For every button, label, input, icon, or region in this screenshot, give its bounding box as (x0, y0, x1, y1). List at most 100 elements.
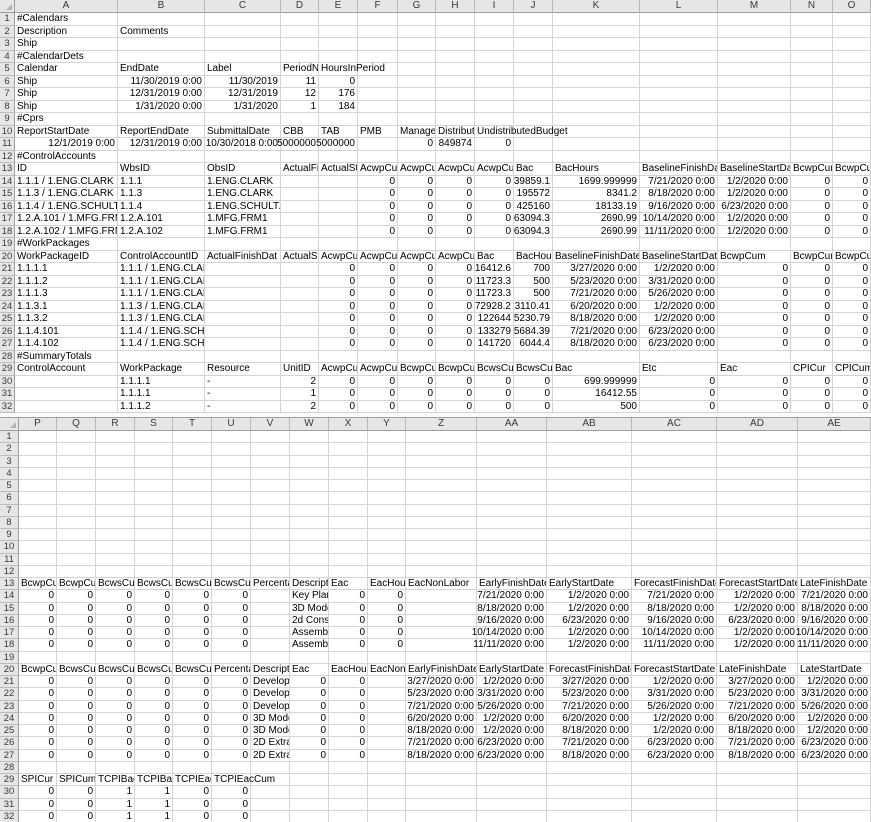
cell-T22[interactable]: 0 (173, 688, 212, 700)
cell-G26[interactable]: 0 (398, 326, 436, 339)
row-header-22[interactable]: 22 (0, 688, 19, 700)
cell-AC28[interactable] (632, 762, 717, 774)
cell-L28[interactable] (640, 351, 718, 364)
cell-O12[interactable] (833, 151, 871, 164)
cell-AA7[interactable] (477, 505, 547, 517)
cell-F30[interactable]: 0 (358, 376, 398, 389)
row-header-4[interactable]: 4 (0, 51, 15, 64)
cell-Q26[interactable]: 0 (57, 737, 96, 749)
cell-J9[interactable] (514, 113, 553, 126)
cell-M7[interactable] (718, 88, 791, 101)
cell-V22[interactable]: Develop (251, 688, 290, 700)
cell-U6[interactable] (212, 492, 251, 504)
column-header-A[interactable]: A (15, 0, 118, 13)
cell-A8[interactable]: Ship (15, 101, 118, 114)
cell-H1[interactable] (436, 13, 475, 26)
cell-R6[interactable] (96, 492, 135, 504)
cell-X29[interactable] (329, 774, 368, 786)
cell-G13[interactable]: AcwpCum (398, 163, 436, 176)
cell-AC21[interactable]: 1/2/2020 0:00 (632, 676, 717, 688)
cell-E3[interactable] (319, 38, 358, 51)
cell-Y18[interactable]: 0 (368, 639, 406, 651)
cell-M27[interactable]: 0 (718, 338, 791, 351)
cell-E12[interactable] (319, 151, 358, 164)
cell-H21[interactable]: 0 (436, 263, 475, 276)
cell-F27[interactable]: 0 (358, 338, 398, 351)
cell-A20[interactable]: WorkPackageID (15, 251, 118, 264)
cell-P14[interactable]: 0 (19, 590, 57, 602)
cell-AD4[interactable] (717, 468, 798, 480)
cell-F11[interactable] (358, 138, 398, 151)
cell-U21[interactable]: 0 (212, 676, 251, 688)
cell-D32[interactable]: 2 (281, 401, 319, 414)
cell-R17[interactable]: 0 (96, 627, 135, 639)
cell-N4[interactable] (791, 51, 833, 64)
cell-N16[interactable]: 0 (791, 201, 833, 214)
cell-AA14[interactable]: 7/21/2020 0:00 (477, 590, 547, 602)
cell-Z26[interactable]: 7/21/2020 0:00 (406, 737, 477, 749)
cell-AA20[interactable]: EarlyStartDate (477, 664, 547, 676)
cell-AE27[interactable]: 6/23/2020 0:00 (798, 750, 871, 762)
cell-N11[interactable] (791, 138, 833, 151)
cell-O9[interactable] (833, 113, 871, 126)
row-header-6[interactable]: 6 (0, 492, 19, 504)
cell-K20[interactable]: BaselineFinishDate (553, 251, 640, 264)
cell-F2[interactable] (358, 26, 398, 39)
cell-AC11[interactable] (632, 554, 717, 566)
cell-M29[interactable]: Eac (718, 363, 791, 376)
cell-Y29[interactable] (368, 774, 406, 786)
cell-Z7[interactable] (406, 505, 477, 517)
cell-L20[interactable]: BaselineStartDate (640, 251, 718, 264)
cell-AE10[interactable] (798, 541, 871, 553)
cell-AD32[interactable] (717, 811, 798, 822)
cell-O3[interactable] (833, 38, 871, 51)
cell-Q3[interactable] (57, 456, 96, 468)
cell-AC19[interactable] (632, 652, 717, 664)
cell-AB16[interactable]: 6/23/2020 0:00 (547, 615, 632, 627)
cell-J13[interactable]: Bac (514, 163, 553, 176)
cell-S11[interactable] (135, 554, 173, 566)
cell-S16[interactable]: 0 (135, 615, 173, 627)
cell-Z28[interactable] (406, 762, 477, 774)
cell-Y9[interactable] (368, 529, 406, 541)
cell-D17[interactable] (281, 213, 319, 226)
cell-G30[interactable]: 0 (398, 376, 436, 389)
cell-H18[interactable]: 0 (436, 226, 475, 239)
cell-H28[interactable] (436, 351, 475, 364)
cell-O19[interactable] (833, 238, 871, 251)
cell-AE1[interactable] (798, 431, 871, 443)
cell-E32[interactable]: 0 (319, 401, 358, 414)
cell-H8[interactable] (436, 101, 475, 114)
cell-AA21[interactable]: 1/2/2020 0:00 (477, 676, 547, 688)
cell-Q32[interactable]: 0 (57, 811, 96, 822)
cell-P2[interactable] (19, 443, 57, 455)
cell-U30[interactable]: 0 (212, 786, 251, 798)
cell-W27[interactable]: 0 (290, 750, 329, 762)
cell-AB3[interactable] (547, 456, 632, 468)
cell-W25[interactable]: 0 (290, 725, 329, 737)
cell-AD26[interactable]: 7/21/2020 0:00 (717, 737, 798, 749)
cell-AC24[interactable]: 1/2/2020 0:00 (632, 713, 717, 725)
select-all-corner[interactable] (0, 0, 15, 13)
cell-R14[interactable]: 0 (96, 590, 135, 602)
cell-M19[interactable] (718, 238, 791, 251)
cell-W21[interactable]: 0 (290, 676, 329, 688)
cell-X1[interactable] (329, 431, 368, 443)
cell-V23[interactable]: Develop (251, 701, 290, 713)
cell-AC23[interactable]: 5/26/2020 0:00 (632, 701, 717, 713)
cell-F29[interactable]: AcwpCur (358, 363, 398, 376)
cell-Q27[interactable]: 0 (57, 750, 96, 762)
cell-A6[interactable]: Ship (15, 76, 118, 89)
cell-AD31[interactable] (717, 799, 798, 811)
cell-D26[interactable] (281, 326, 319, 339)
cell-W5[interactable] (290, 480, 329, 492)
cell-AA11[interactable] (477, 554, 547, 566)
cell-S1[interactable] (135, 431, 173, 443)
column-header-Q[interactable]: Q (57, 418, 96, 431)
cell-M20[interactable]: BcwpCum (718, 251, 791, 264)
cell-AC27[interactable]: 6/23/2020 0:00 (632, 750, 717, 762)
cell-X3[interactable] (329, 456, 368, 468)
cell-X24[interactable]: 0 (329, 713, 368, 725)
cell-Q21[interactable]: 0 (57, 676, 96, 688)
cell-R13[interactable]: BcwsCum (96, 578, 135, 590)
